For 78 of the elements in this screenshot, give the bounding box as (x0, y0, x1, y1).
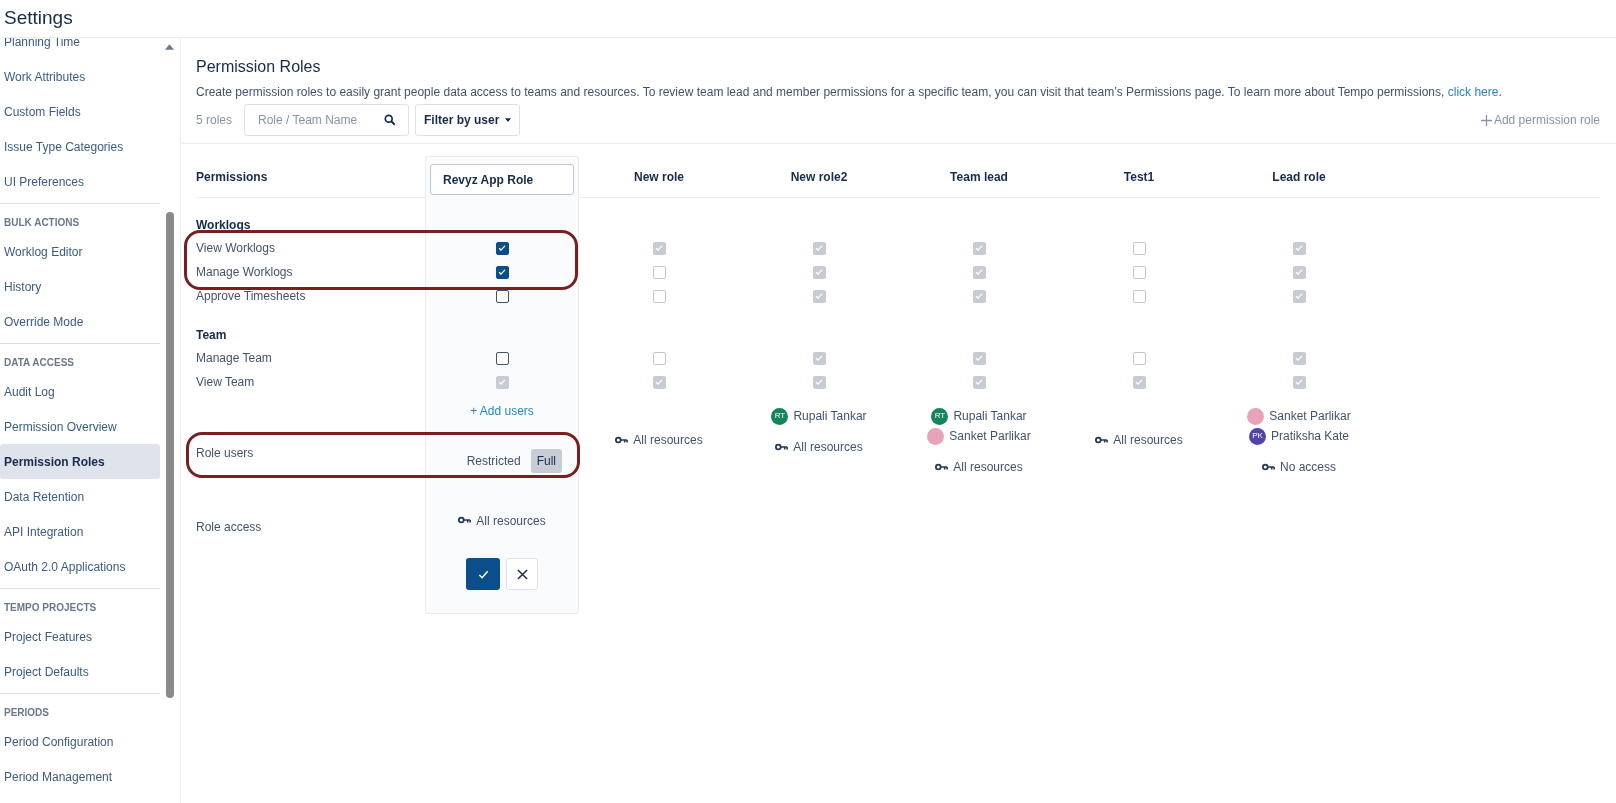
user-name: Sanket Parlikar (1269, 408, 1351, 425)
filter-by-user-button[interactable]: Filter by user (415, 104, 521, 136)
key-icon (935, 463, 949, 471)
sidebar-item[interactable]: API Integration (0, 514, 160, 549)
sidebar-item[interactable]: Override Mode (0, 304, 160, 339)
sidebar-section-heading: PERIODS (3, 705, 50, 720)
role-name-field[interactable]: Revyz App Role (430, 164, 574, 195)
column-header: New role (634, 168, 684, 186)
search-field[interactable]: Role / Team Name (244, 104, 410, 136)
key-icon (1262, 463, 1275, 471)
page-header-title: Settings (4, 6, 73, 31)
key-icon (775, 443, 789, 451)
sidebar-item[interactable]: Custom Fields (0, 94, 160, 129)
permission-label: Manage Team (196, 350, 272, 367)
sidebar-item[interactable]: UI Preferences (0, 164, 160, 199)
sidebar-item[interactable]: Worklog Editor (0, 234, 160, 269)
sidebar-item[interactable]: Project Defaults (0, 654, 160, 689)
sidebar-item[interactable]: Audit Log (0, 374, 160, 409)
key-icon (1095, 436, 1109, 444)
description-text: Create permission roles to easily grant people data access to teams and resources. To review team lead and member permissions for a specific team, you can visit that team’s Permissions page. To learn more about Tempo permissions, click here. (196, 84, 1503, 101)
user-name: Pratiksha Kate (1270, 428, 1349, 445)
sidebar-item[interactable]: Work Attributes (0, 59, 160, 94)
checkmark-icon (497, 267, 507, 277)
group-heading: Worklogs (196, 217, 251, 234)
role-users-option[interactable]: Restricted (460, 449, 527, 473)
sidebar-section-heading: DATA ACCESS (3, 355, 75, 370)
sidebar-section-heading: TEMPO PROJECTS (3, 600, 98, 615)
search-icon (384, 114, 397, 126)
access-text: All resources (1113, 432, 1183, 449)
checkbox[interactable] (495, 351, 509, 365)
sidebar-item[interactable]: Permission Roles (0, 444, 160, 479)
user-name: Rupali Tankar (793, 408, 867, 425)
sidebar-item[interactable]: History (0, 269, 160, 304)
user-avatar: RT (771, 407, 789, 425)
user-name: Sanket Parlikar (949, 428, 1031, 445)
confirm-button[interactable] (466, 558, 500, 590)
sidebar-section-heading: BULK ACTIONS (3, 215, 81, 230)
role-count: 5 roles (196, 112, 233, 129)
close-icon (516, 568, 528, 580)
checkbox[interactable] (495, 241, 509, 255)
group-heading: Team (196, 327, 227, 344)
sidebar-item[interactable]: Issue Type Categories (0, 129, 160, 164)
scrollbar-thumb[interactable] (166, 212, 174, 698)
plus-icon (1480, 114, 1492, 126)
access-text: No access (1280, 459, 1336, 476)
sidebar-item[interactable]: OAuth 2.0 Applications (0, 549, 160, 584)
row-label: Role users (196, 445, 254, 462)
column-header: Permissions (196, 168, 268, 186)
user-name: Rupali Tankar (953, 408, 1027, 425)
key-icon (615, 436, 629, 444)
checkmark-icon (497, 243, 507, 253)
sidebar-item[interactable]: Period Configuration (0, 724, 160, 759)
access-text: All resources (793, 439, 863, 456)
scroll-up-arrow-icon (165, 44, 174, 50)
user-avatar: PK (1248, 427, 1266, 445)
column-header: New role2 (790, 168, 848, 186)
role-users-option[interactable]: Full (530, 449, 562, 473)
permission-label: Approve Timesheets (196, 288, 306, 305)
permission-label: View Worklogs (196, 240, 275, 257)
user-avatar: RT (931, 407, 949, 425)
column-header: Lead role (1272, 168, 1326, 186)
sidebar-item[interactable]: Project Features (0, 619, 160, 654)
sidebar-item[interactable]: Data Retention (0, 479, 160, 514)
checkbox[interactable] (495, 265, 509, 279)
access-text: All resources (953, 459, 1023, 476)
permission-label: View Team (196, 374, 255, 391)
permission-label: Manage Worklogs (196, 264, 293, 281)
access-text: All resources (476, 513, 546, 530)
caret-icon (505, 118, 512, 122)
key-icon (458, 516, 472, 524)
section-title: Permission Roles (196, 57, 322, 77)
row-label: Role access (196, 519, 262, 536)
access-text: All resources (633, 432, 703, 449)
column-header: Test1 (1123, 168, 1155, 186)
cancel-button[interactable] (506, 558, 538, 590)
sidebar-item[interactable]: Permission Overview (0, 409, 160, 444)
column-header: Team lead (950, 168, 1008, 186)
sidebar-item[interactable]: Period Management (0, 759, 160, 794)
